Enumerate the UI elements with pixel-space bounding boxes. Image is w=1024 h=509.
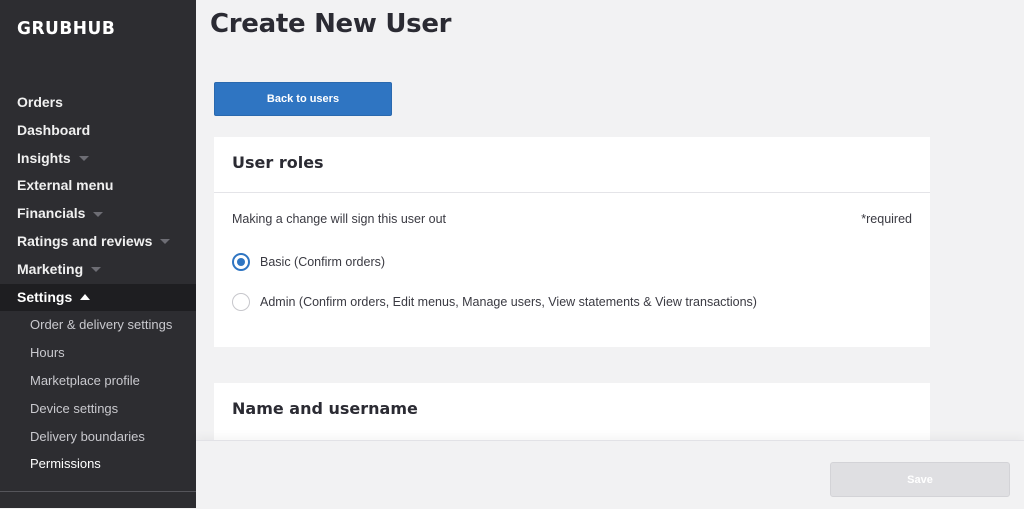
chevron-down-icon bbox=[78, 155, 89, 161]
name-and-username-title: Name and username bbox=[232, 399, 418, 418]
sidebar-item-external-menu[interactable]: External menu bbox=[0, 172, 196, 200]
sidebar-subitem-permissions[interactable]: Permissions bbox=[0, 450, 196, 478]
sidebar-item-dashboard[interactable]: Dashboard bbox=[0, 117, 196, 145]
sidebar-subitem-hours[interactable]: Hours bbox=[0, 339, 196, 367]
chevron-down-icon bbox=[93, 211, 104, 217]
chevron-down-icon bbox=[160, 239, 171, 245]
sidebar-item-orders[interactable]: Orders bbox=[0, 89, 196, 117]
sidebar-nav: Orders Dashboard Insights External menu … bbox=[0, 89, 196, 478]
page-title: Create New User bbox=[210, 9, 452, 39]
sidebar-item-label: Marketing bbox=[17, 260, 84, 277]
sidebar-item-ratings-and-reviews[interactable]: Ratings and reviews bbox=[0, 228, 196, 256]
sidebar-item-label: Settings bbox=[17, 288, 73, 305]
radio-selected-dot bbox=[237, 258, 245, 266]
sidebar-item-label: External menu bbox=[17, 177, 114, 194]
sidebar-item-financials[interactable]: Financials bbox=[0, 200, 196, 228]
role-option-basic[interactable]: Basic (Confirm orders) bbox=[232, 253, 385, 271]
action-footer: Save bbox=[196, 440, 1024, 509]
admin-role-radio[interactable] bbox=[232, 293, 250, 311]
sign-out-hint: Making a change will sign this user out bbox=[232, 212, 447, 226]
grubhub-logo[interactable]: GRUBHUB bbox=[17, 19, 115, 40]
chevron-up-icon bbox=[80, 294, 91, 301]
back-to-users-button[interactable]: Back to users bbox=[214, 82, 392, 116]
sidebar-item-label: Dashboard bbox=[17, 121, 91, 138]
sidebar-divider bbox=[0, 491, 196, 492]
sidebar-item-label: Orders bbox=[17, 94, 63, 110]
sidebar-item-label: Financials bbox=[17, 205, 86, 222]
role-option-admin[interactable]: Admin (Confirm orders, Edit menus, Manag… bbox=[232, 293, 757, 311]
sidebar-item-insights[interactable]: Insights bbox=[0, 145, 196, 173]
sidebar-item-label: Ratings and reviews bbox=[17, 232, 153, 249]
chevron-down-icon bbox=[91, 267, 102, 273]
sidebar-subitem-delivery-boundaries[interactable]: Delivery boundaries bbox=[0, 423, 196, 451]
admin-role-label: Admin (Confirm orders, Edit menus, Manag… bbox=[260, 295, 757, 309]
user-roles-card: User roles Making a change will sign thi… bbox=[214, 137, 930, 347]
required-note: *required bbox=[861, 212, 912, 226]
basic-role-radio[interactable] bbox=[232, 253, 250, 271]
card-divider bbox=[214, 192, 930, 193]
sidebar-item-marketing[interactable]: Marketing bbox=[0, 256, 196, 284]
basic-role-label: Basic (Confirm orders) bbox=[260, 255, 386, 269]
sidebar-item-label: Insights bbox=[17, 149, 71, 166]
save-button[interactable]: Save bbox=[830, 462, 1010, 497]
sidebar-subitem-device-settings[interactable]: Device settings bbox=[0, 395, 196, 423]
sidebar-subitem-marketplace-profile[interactable]: Marketplace profile bbox=[0, 367, 196, 395]
user-roles-title: User roles bbox=[232, 153, 324, 172]
sidebar: GRUBHUB Orders Dashboard Insights Extern… bbox=[0, 0, 196, 508]
sidebar-subitem-order-delivery-settings[interactable]: Order & delivery settings bbox=[0, 311, 196, 339]
sidebar-item-settings[interactable]: Settings bbox=[0, 283, 196, 312]
